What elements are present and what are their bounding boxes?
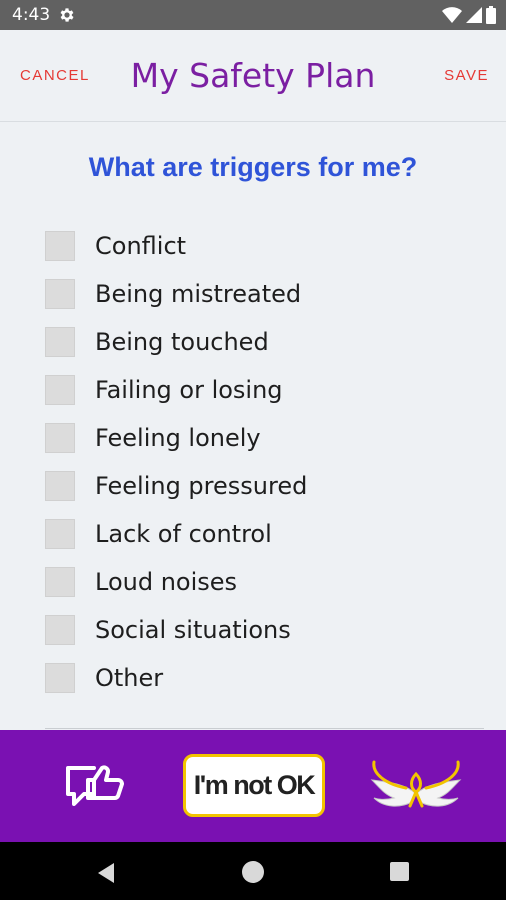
option-feeling-lonely[interactable]: Feeling lonely	[45, 414, 307, 462]
option-feeling-pressured[interactable]: Feeling pressured	[45, 462, 307, 510]
im-not-ok-button[interactable]: I'm not OK	[183, 754, 325, 817]
checkbox[interactable]	[45, 567, 75, 597]
option-label: Conflict	[95, 232, 187, 260]
checkbox[interactable]	[45, 615, 75, 645]
option-being-mistreated[interactable]: Being mistreated	[45, 270, 307, 318]
checkbox[interactable]	[45, 231, 75, 261]
option-label: Feeling lonely	[95, 424, 261, 452]
content-area: What are triggers for me? Conflict Being…	[0, 122, 506, 730]
status-icons	[442, 6, 496, 24]
signal-icon	[466, 7, 482, 23]
option-label: Failing or losing	[95, 376, 283, 404]
checkbox[interactable]	[45, 327, 75, 357]
checkbox[interactable]	[45, 471, 75, 501]
im-not-ok-label: I'm not OK	[193, 770, 316, 800]
divider	[45, 728, 484, 729]
question-heading: What are triggers for me?	[88, 152, 418, 182]
gear-icon	[60, 8, 74, 22]
option-label: Being touched	[95, 328, 269, 356]
option-other[interactable]: Other	[45, 654, 307, 702]
save-button[interactable]: SAVE	[444, 67, 489, 84]
status-bar: 4:43	[0, 0, 506, 30]
wifi-icon	[442, 7, 462, 23]
option-social-situations[interactable]: Social situations	[45, 606, 307, 654]
battery-icon	[486, 6, 496, 24]
status-time: 4:43	[12, 5, 51, 25]
option-label: Lack of control	[95, 520, 272, 548]
checkbox[interactable]	[45, 663, 75, 693]
checkbox[interactable]	[45, 279, 75, 309]
checkbox[interactable]	[45, 375, 75, 405]
home-icon[interactable]	[242, 861, 264, 883]
checkbox[interactable]	[45, 423, 75, 453]
option-lack-of-control[interactable]: Lack of control	[45, 510, 307, 558]
app-header: CANCEL My Safety Plan SAVE	[0, 30, 506, 122]
system-nav-bar	[0, 842, 506, 900]
option-failing-or-losing[interactable]: Failing or losing	[45, 366, 307, 414]
option-loud-noises[interactable]: Loud noises	[45, 558, 307, 606]
option-label: Social situations	[95, 616, 291, 644]
checkbox[interactable]	[45, 519, 75, 549]
page-title: My Safety Plan	[130, 56, 376, 95]
bottom-bar: I'm not OK	[0, 730, 506, 842]
option-label: Being mistreated	[95, 280, 302, 308]
option-label: Loud noises	[95, 568, 238, 596]
option-conflict[interactable]: Conflict	[45, 222, 307, 270]
options-list: Conflict Being mistreated Being touched …	[45, 222, 307, 702]
back-icon[interactable]	[94, 861, 118, 885]
option-being-touched[interactable]: Being touched	[45, 318, 307, 366]
option-label: Other	[95, 664, 164, 692]
thumbs-up-chat-icon[interactable]	[62, 758, 124, 814]
recent-apps-icon[interactable]	[390, 862, 409, 881]
wings-logo[interactable]	[366, 754, 466, 816]
option-label: Feeling pressured	[95, 472, 308, 500]
